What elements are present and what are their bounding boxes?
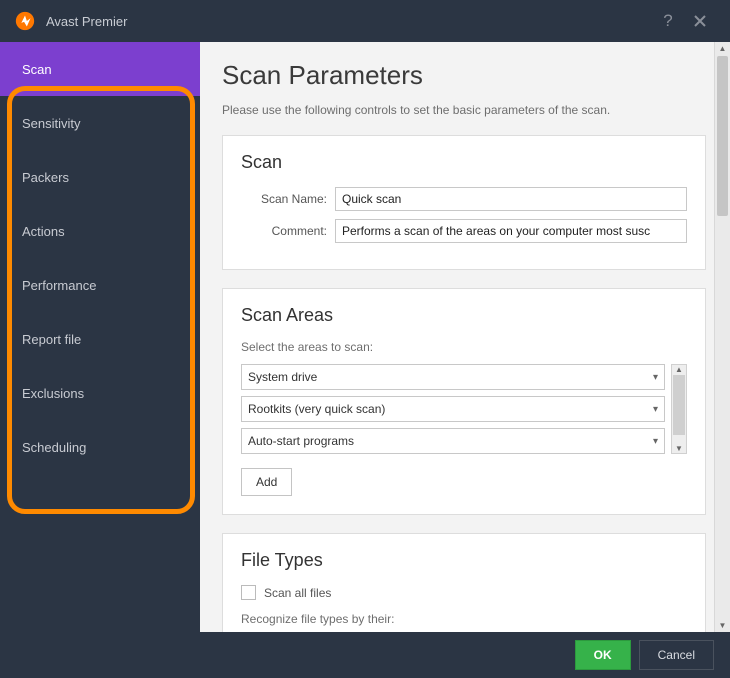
scroll-up-icon: ▲ (672, 365, 686, 374)
close-icon[interactable] (684, 5, 716, 37)
scan-areas-heading: Scan Areas (241, 305, 687, 326)
help-icon[interactable]: ? (652, 5, 684, 37)
content-area: Scan Parameters Please use the following… (200, 42, 730, 632)
footer: OK Cancel (0, 632, 730, 678)
scan-panel-heading: Scan (241, 152, 687, 173)
scan-panel: Scan Scan Name: Comment: (222, 135, 706, 270)
sidebar-item-actions[interactable]: Actions (0, 204, 200, 258)
scroll-thumb[interactable] (717, 56, 728, 216)
sidebar-item-sensitivity[interactable]: Sensitivity (0, 96, 200, 150)
scan-all-checkbox[interactable] (241, 585, 256, 600)
sidebar-item-label: Performance (22, 278, 96, 293)
sidebar-item-report-file[interactable]: Report file (0, 312, 200, 366)
file-types-panel: File Types Scan all files Recognize file… (222, 533, 706, 632)
sidebar-item-label: Scheduling (22, 440, 86, 455)
avast-logo-icon (14, 10, 36, 32)
sidebar-item-label: Report file (22, 332, 81, 347)
app-title: Avast Premier (46, 14, 652, 29)
add-button[interactable]: Add (241, 468, 292, 496)
scan-area-value: Rootkits (very quick scan) (248, 402, 385, 416)
scan-name-input[interactable] (335, 187, 687, 211)
sidebar-item-label: Packers (22, 170, 69, 185)
sidebar-item-performance[interactable]: Performance (0, 258, 200, 312)
sidebar-item-packers[interactable]: Packers (0, 150, 200, 204)
ok-button[interactable]: OK (575, 640, 631, 670)
scroll-thumb[interactable] (673, 375, 685, 435)
scan-areas-panel: Scan Areas Select the areas to scan: Sys… (222, 288, 706, 515)
scan-area-value: Auto-start programs (248, 434, 354, 448)
scan-areas-hint: Select the areas to scan: (241, 340, 687, 354)
sidebar-item-label: Sensitivity (22, 116, 81, 131)
comment-label: Comment: (241, 224, 327, 238)
titlebar: Avast Premier ? (0, 0, 730, 42)
main-scrollbar[interactable]: ▲ ▼ (714, 42, 730, 632)
scroll-down-icon: ▼ (715, 621, 730, 630)
sidebar-item-exclusions[interactable]: Exclusions (0, 366, 200, 420)
comment-input[interactable] (335, 219, 687, 243)
file-types-heading: File Types (241, 550, 687, 571)
chevron-down-icon: ▾ (653, 372, 658, 383)
scan-all-label: Scan all files (264, 586, 331, 600)
scan-area-select[interactable]: Rootkits (very quick scan) ▾ (241, 396, 665, 422)
sidebar-item-label: Scan (22, 62, 52, 77)
file-types-hint: Recognize file types by their: (241, 612, 687, 626)
chevron-down-icon: ▾ (653, 404, 658, 415)
sidebar: Scan Sensitivity Packers Actions Perform… (0, 42, 200, 632)
areas-scrollbar[interactable]: ▲ ▼ (671, 364, 687, 454)
sidebar-item-label: Exclusions (22, 386, 84, 401)
chevron-down-icon: ▾ (653, 436, 658, 447)
page-subtitle: Please use the following controls to set… (222, 103, 706, 117)
scan-area-select[interactable]: Auto-start programs ▾ (241, 428, 665, 454)
cancel-button[interactable]: Cancel (639, 640, 714, 670)
page-title: Scan Parameters (222, 60, 706, 91)
sidebar-item-scheduling[interactable]: Scheduling (0, 420, 200, 474)
scan-name-label: Scan Name: (241, 192, 327, 206)
scan-area-value: System drive (248, 370, 317, 384)
scroll-down-icon: ▼ (672, 444, 686, 453)
sidebar-item-scan[interactable]: Scan (0, 42, 200, 96)
scan-area-select[interactable]: System drive ▾ (241, 364, 665, 390)
scroll-up-icon: ▲ (715, 44, 730, 53)
sidebar-item-label: Actions (22, 224, 65, 239)
